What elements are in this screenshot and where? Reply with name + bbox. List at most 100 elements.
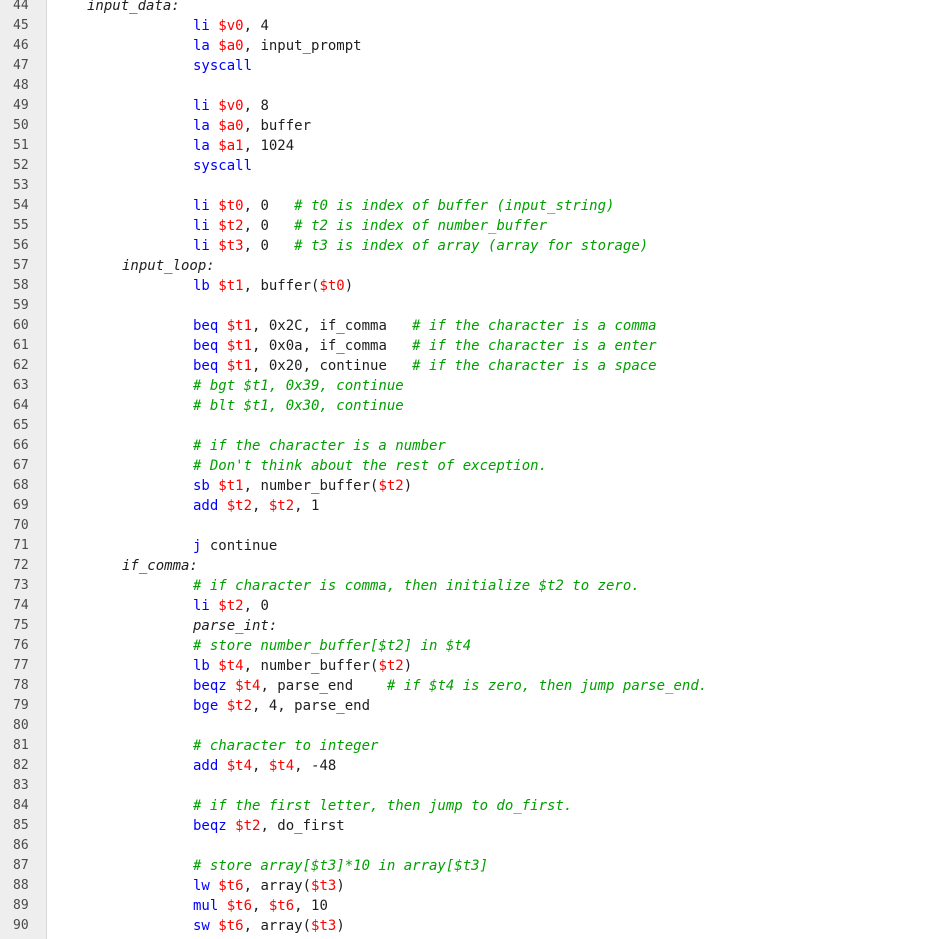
- comment-token: # bgt $t1, 0x39, continue: [193, 378, 404, 394]
- label-token: if_comma:: [122, 558, 198, 574]
- code-line[interactable]: li $v0, 4: [193, 16, 269, 36]
- code-area[interactable]: input_data: li $v0, 4 la $a0, input_prompt…: [47, 0, 946, 939]
- line-number: 90: [13, 918, 29, 933]
- line-number: 76: [13, 638, 29, 653]
- register-token: $t2: [378, 658, 404, 674]
- comment-token: # Don't think about the rest of exceptio…: [193, 458, 548, 474]
- code-line[interactable]: # if the first letter, then jump to do_f…: [193, 796, 572, 816]
- code-line[interactable]: sb $t1, number_buffer($t2): [193, 476, 412, 496]
- operand-token: , array(: [243, 918, 312, 934]
- register-token: $t6: [268, 898, 295, 914]
- instruction-token: j: [193, 538, 210, 554]
- operand-token: , -48: [294, 758, 337, 774]
- register-token: $t0: [319, 278, 345, 294]
- instruction-token: add: [193, 498, 227, 514]
- register-token: $a1: [218, 138, 244, 154]
- instruction-token: la: [193, 38, 219, 54]
- code-line[interactable]: mul $t6, $t6, 10: [193, 896, 328, 916]
- code-line[interactable]: syscall: [193, 56, 252, 76]
- operand-token: , number_buffer(: [243, 658, 379, 674]
- operand-token: , 8: [243, 98, 269, 114]
- code-line[interactable]: input_data:: [87, 0, 180, 16]
- code-line[interactable]: # blt $t1, 0x30, continue: [193, 396, 404, 416]
- line-number: 55: [13, 218, 29, 233]
- instruction-token: mul: [193, 898, 227, 914]
- line-number: 79: [13, 698, 29, 713]
- code-line[interactable]: la $a1, 1024: [193, 136, 294, 156]
- code-line[interactable]: # store number_buffer[$t2] in $t4: [193, 636, 471, 656]
- operand-token: , 0: [243, 198, 295, 214]
- line-number: 82: [13, 758, 29, 773]
- comment-token: # if the character is a number: [193, 438, 446, 454]
- operand-token: ,: [252, 898, 269, 914]
- code-line[interactable]: beqz $t4, parse_end # if $t4 is zero, th…: [193, 676, 707, 696]
- operand-token: , 0x0a, if_comma: [252, 338, 413, 354]
- comment-token: # store number_buffer[$t2] in $t4: [193, 638, 472, 654]
- code-line[interactable]: beq $t1, 0x2C, if_comma # if the charact…: [193, 316, 657, 336]
- line-number: 57: [13, 258, 29, 273]
- line-number: 65: [13, 418, 29, 433]
- code-line[interactable]: beqz $t2, do_first: [193, 816, 345, 836]
- comment-token: # if the character is a space: [412, 358, 657, 374]
- instruction-token: li: [193, 98, 219, 114]
- code-line[interactable]: # character to integer: [193, 736, 378, 756]
- code-line[interactable]: parse_int:: [193, 616, 277, 636]
- code-line[interactable]: input_loop:: [122, 256, 215, 276]
- line-number: 77: [13, 658, 29, 673]
- register-token: $t3: [311, 878, 337, 894]
- line-number: 45: [13, 18, 29, 33]
- code-line[interactable]: sw $t6, array($t3): [193, 916, 345, 936]
- code-line[interactable]: li $t2, 0: [193, 596, 269, 616]
- code-line[interactable]: la $a0, input_prompt: [193, 36, 362, 56]
- code-line[interactable]: # if the character is a number: [193, 436, 446, 456]
- comment-token: # t2 is index of number_buffer: [294, 218, 548, 234]
- operand-token: , input_prompt: [243, 38, 362, 54]
- code-line[interactable]: # Don't think about the rest of exceptio…: [193, 456, 547, 476]
- code-line[interactable]: li $v0, 8: [193, 96, 269, 116]
- comment-token: # character to integer: [193, 738, 379, 754]
- code-line[interactable]: # if character is comma, then initialize…: [193, 576, 640, 596]
- code-line[interactable]: li $t3, 0 # t3 is index of array (array …: [193, 236, 648, 256]
- code-line[interactable]: # bgt $t1, 0x39, continue: [193, 376, 404, 396]
- code-line[interactable]: li $t2, 0 # t2 is index of number_buffer: [193, 216, 547, 236]
- line-number: 85: [13, 818, 29, 833]
- line-number: 54: [13, 198, 29, 213]
- instruction-token: sw: [193, 918, 219, 934]
- line-number: 86: [13, 838, 29, 853]
- operand-token: ,: [252, 498, 269, 514]
- register-token: $t1: [218, 278, 244, 294]
- register-token: $v0: [218, 18, 244, 34]
- instruction-token: li: [193, 218, 219, 234]
- instruction-token: li: [193, 198, 219, 214]
- label-token: input_data:: [87, 0, 180, 14]
- code-editor[interactable]: 44 45 46 47 48 49 50 51 52 53 54 55 56 57 58 59 60 61 62 63…: [0, 0, 946, 939]
- code-line[interactable]: lb $t1, buffer($t0): [193, 276, 353, 296]
- code-line[interactable]: lw $t6, array($t3): [193, 876, 345, 896]
- code-line[interactable]: add $t2, $t2, 1: [193, 496, 319, 516]
- instruction-token: li: [193, 238, 219, 254]
- register-token: $a0: [218, 118, 244, 134]
- register-token: $t2: [378, 478, 404, 494]
- line-number: 83: [13, 778, 29, 793]
- code-line[interactable]: la $a0, buffer: [193, 116, 311, 136]
- code-line[interactable]: add $t4, $t4, -48: [193, 756, 336, 776]
- register-token: $t6: [218, 918, 244, 934]
- code-line[interactable]: syscall: [193, 156, 252, 176]
- code-line[interactable]: if_comma:: [122, 556, 198, 576]
- code-line[interactable]: j continue: [193, 536, 277, 556]
- line-number: 63: [13, 378, 29, 393]
- line-number: 73: [13, 578, 29, 593]
- line-number: 44: [13, 0, 29, 13]
- line-number-gutter: 44 45 46 47 48 49 50 51 52 53 54 55 56 57 58 59 60 61 62 63…: [0, 0, 47, 939]
- code-line[interactable]: beq $t1, 0x0a, if_comma # if the charact…: [193, 336, 657, 356]
- code-line[interactable]: beq $t1, 0x20, continue # if the charact…: [193, 356, 657, 376]
- code-line[interactable]: lb $t4, number_buffer($t2): [193, 656, 412, 676]
- code-line[interactable]: # store array[$t3]*10 in array[$t3]: [193, 856, 488, 876]
- instruction-token: li: [193, 598, 219, 614]
- instruction-token: la: [193, 118, 219, 134]
- line-number: 59: [13, 298, 29, 313]
- code-line[interactable]: bge $t2, 4, parse_end: [193, 696, 370, 716]
- operand-token: , array(: [243, 878, 312, 894]
- comment-token: # if $t4 is zero, then jump parse_end.: [386, 678, 708, 694]
- code-line[interactable]: li $t0, 0 # t0 is index of buffer (input…: [193, 196, 614, 216]
